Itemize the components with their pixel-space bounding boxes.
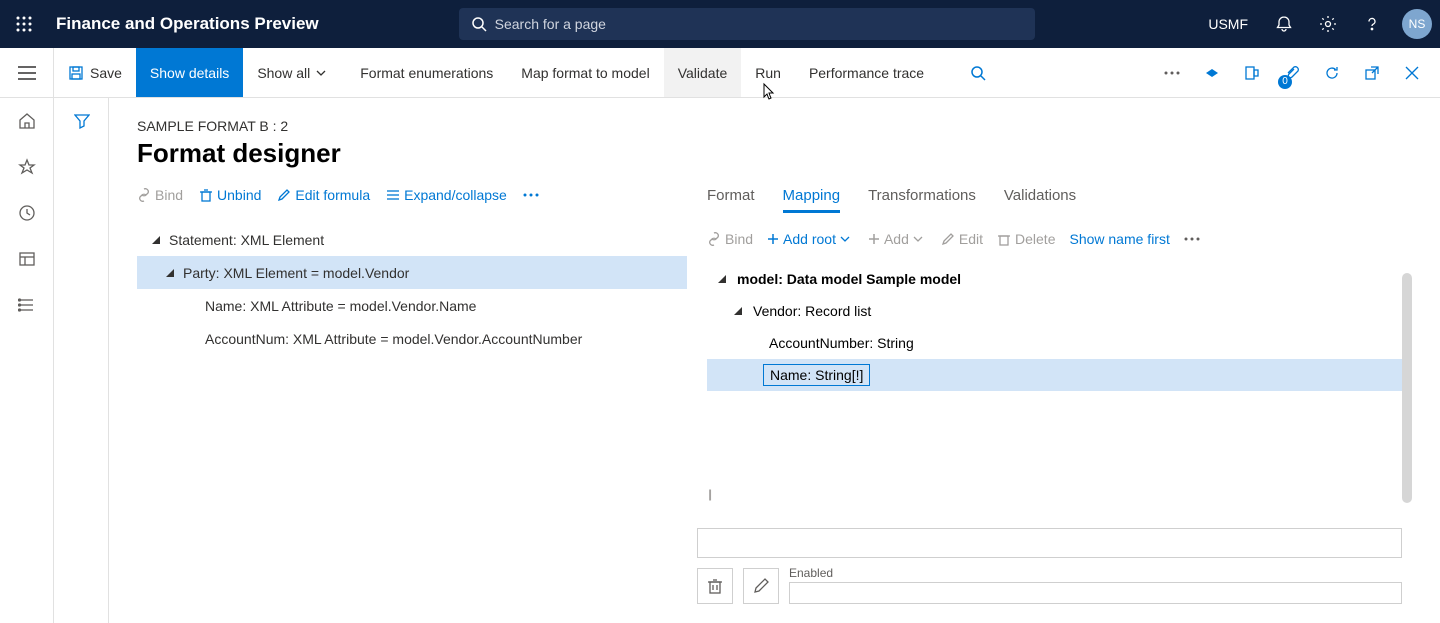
user-avatar[interactable]: NS <box>1402 9 1432 39</box>
r-tree-vendor[interactable]: Vendor: Record list <box>707 295 1412 327</box>
collapse-arrow-icon <box>149 236 163 244</box>
find-button[interactable] <box>958 48 998 97</box>
more-actions[interactable] <box>1152 71 1192 75</box>
tab-transformations[interactable]: Transformations <box>868 187 976 213</box>
details-input[interactable] <box>697 528 1402 558</box>
save-icon <box>68 65 84 81</box>
search-input[interactable] <box>495 16 1023 32</box>
tree-node-accountnum[interactable]: AccountNum: XML Attribute = model.Vendor… <box>137 322 687 355</box>
r-bind-button[interactable]: Bind <box>707 231 753 247</box>
breadcrumb: SAMPLE FORMAT B : 2 <box>137 118 1412 134</box>
notifications-icon[interactable] <box>1262 0 1306 48</box>
chevron-down-icon <box>316 70 326 76</box>
office-addin-icon[interactable] <box>1192 65 1232 81</box>
bottom-edit-button[interactable] <box>743 568 779 604</box>
refresh-icon[interactable] <box>1312 65 1352 81</box>
tab-validations[interactable]: Validations <box>1004 187 1076 213</box>
nav-workspaces[interactable] <box>0 236 54 282</box>
pencil-icon <box>753 578 769 594</box>
more-icon <box>523 193 539 197</box>
show-all-label: Show all <box>257 65 310 81</box>
help-icon[interactable] <box>1350 0 1394 48</box>
pencil-icon <box>277 188 291 202</box>
show-name-first-button[interactable]: Show name first <box>1069 231 1169 247</box>
more-toolbar[interactable] <box>523 193 543 197</box>
pencil-icon <box>941 232 955 246</box>
scrollbar[interactable] <box>1402 273 1412 503</box>
nav-modules[interactable] <box>0 282 54 328</box>
tab-format[interactable]: Format <box>707 187 755 213</box>
expand-collapse-button[interactable]: Expand/collapse <box>386 187 507 203</box>
edit-button[interactable]: Edit <box>941 231 983 247</box>
filter-button[interactable] <box>54 98 109 144</box>
more-icon <box>1184 237 1200 241</box>
search-icon <box>471 16 487 32</box>
open-in-office-icon[interactable] <box>1232 65 1272 81</box>
trash-icon <box>707 578 723 594</box>
edit-formula-button[interactable]: Edit formula <box>277 187 370 203</box>
trash-icon <box>199 188 213 202</box>
page-title: Format designer <box>137 138 1412 169</box>
enabled-input[interactable] <box>789 582 1402 604</box>
collapse-arrow-icon <box>731 307 745 315</box>
nav-home[interactable] <box>0 98 54 144</box>
list-icon <box>386 188 400 202</box>
delete-button[interactable]: Delete <box>997 231 1055 247</box>
r-more-toolbar[interactable] <box>1184 237 1204 241</box>
link-icon <box>707 232 721 246</box>
show-all-button[interactable]: Show all <box>243 48 346 97</box>
plus-icon <box>868 233 880 245</box>
bind-button[interactable]: Bind <box>137 187 183 203</box>
bottom-delete-button[interactable] <box>697 568 733 604</box>
tree-node-name[interactable]: Name: XML Attribute = model.Vendor.Name <box>137 289 687 322</box>
add-button[interactable]: Add <box>868 231 927 247</box>
tree-node-party[interactable]: Party: XML Element = model.Vendor <box>137 256 687 289</box>
attachment-count-badge: 0 <box>1278 75 1292 89</box>
app-title: Finance and Operations Preview <box>56 14 319 34</box>
search-box[interactable] <box>459 8 1035 40</box>
settings-icon[interactable] <box>1306 0 1350 48</box>
map-format-button[interactable]: Map format to model <box>507 48 663 97</box>
collapse-arrow-icon <box>163 269 177 277</box>
company-label[interactable]: USMF <box>1194 16 1262 32</box>
tree-node-statement[interactable]: Statement: XML Element <box>137 223 687 256</box>
close-icon[interactable] <box>1392 66 1432 80</box>
run-button[interactable]: Run <box>741 48 795 97</box>
r-tree-name[interactable]: Name: String[!] <box>707 359 1412 391</box>
chevron-down-icon <box>913 236 923 242</box>
app-launcher[interactable] <box>0 0 48 48</box>
validate-button[interactable]: Validate <box>664 48 742 97</box>
save-label: Save <box>90 65 122 81</box>
add-root-button[interactable]: Add root <box>767 231 854 247</box>
trash-icon <box>997 232 1011 246</box>
chevron-down-icon <box>840 236 850 242</box>
r-tree-account[interactable]: AccountNumber: String <box>707 327 1412 359</box>
popout-icon[interactable] <box>1352 65 1392 81</box>
format-enumerations-button[interactable]: Format enumerations <box>346 48 507 97</box>
nav-favorites[interactable] <box>0 144 54 190</box>
save-button[interactable]: Save <box>54 48 136 97</box>
attachments-icon[interactable]: 0 <box>1272 65 1312 81</box>
collapse-arrow-icon <box>715 275 729 283</box>
search-icon <box>970 65 986 81</box>
r-tree-model[interactable]: model: Data model Sample model <box>707 263 1412 295</box>
unbind-button[interactable]: Unbind <box>199 187 261 203</box>
nav-recent[interactable] <box>0 190 54 236</box>
plus-icon <box>767 233 779 245</box>
performance-trace-button[interactable]: Performance trace <box>795 48 938 97</box>
show-details-label: Show details <box>150 65 229 81</box>
enabled-label: Enabled <box>789 566 833 580</box>
nav-toggle[interactable] <box>0 48 54 97</box>
tab-mapping[interactable]: Mapping <box>783 187 841 213</box>
link-icon <box>137 188 151 202</box>
show-details-button[interactable]: Show details <box>136 48 243 97</box>
